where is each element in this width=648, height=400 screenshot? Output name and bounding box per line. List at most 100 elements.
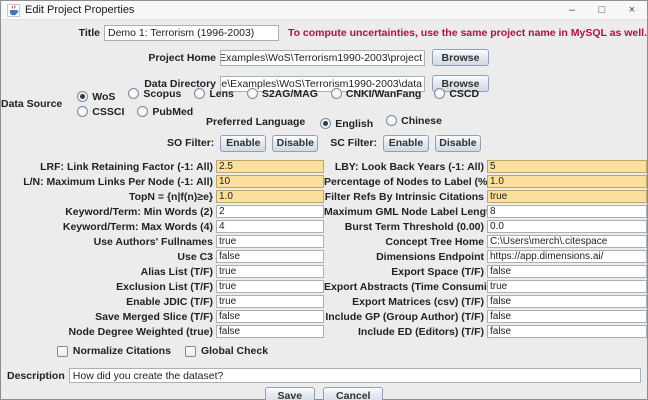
radio-cssci[interactable]: CSSCI (77, 106, 124, 118)
property-row-burst-term-threshold-0-00: Burst Term Threshold (0.00) (324, 219, 647, 234)
radio-unselected-icon (77, 106, 89, 117)
property-row-export-abstracts-time-consuming-t-f: Export Abstracts (Time Consuming) (T/F) (324, 279, 647, 294)
property-input-topn-n-f-n-e[interactable] (216, 190, 324, 203)
radio-label: English (335, 117, 374, 130)
property-label: Export Matrices (csv) (T/F) (352, 295, 484, 308)
preferred-language-options: English Chinese (307, 113, 442, 131)
radio-label: CSSCI (92, 105, 125, 118)
project-home-browse-button[interactable]: Browse (432, 49, 489, 66)
property-row-alias-list-t-f: Alias List (T/F) (1, 264, 324, 279)
description-input[interactable] (68, 368, 641, 383)
property-row-node-degree-weighted-true: Node Degree Weighted (true) (1, 324, 324, 339)
property-row-export-space-t-f: Export Space (T/F) (324, 264, 647, 279)
cancel-button[interactable]: Cancel (323, 387, 384, 400)
property-label: Maximum GML Node Label Length (8) (324, 205, 487, 218)
radio-label: Lens (209, 87, 234, 100)
property-input-concept-tree-home[interactable] (487, 235, 647, 248)
property-input-dimensions-endpoint[interactable] (487, 250, 647, 263)
property-input-include-gp-group-author-t-f[interactable] (487, 310, 647, 323)
left-properties-column: LRF: Link Retaining Factor (-1: All) L/N:… (1, 159, 324, 359)
property-input-include-ed-editors-t-f[interactable] (487, 325, 647, 338)
property-label: Keyword/Term: Min Words (2) (65, 205, 213, 218)
project-home-input[interactable]: erch\.citespace\Examples\WoS\Terrorism19… (220, 49, 425, 66)
sc-filter-disable-button[interactable]: Disable (434, 134, 481, 152)
radio-label: Scopus (143, 87, 182, 100)
property-row-enable-jdic-t-f: Enable JDIC (T/F) (1, 294, 324, 309)
property-input-use-authors-fullnames[interactable] (216, 235, 324, 248)
property-row-use-authors-fullnames: Use Authors' Fullnames (1, 234, 324, 249)
sc-filter-label: SC Filter: (330, 137, 377, 149)
property-input-exclusion-list-t-f[interactable] (216, 280, 324, 293)
radio-chinese[interactable]: Chinese (386, 115, 442, 127)
radio-unselected-icon (434, 88, 446, 99)
property-input-lby-look-back-years-1-all[interactable] (487, 160, 647, 173)
property-input-percentage-of-nodes-to-label[interactable] (487, 175, 647, 188)
sc-filter-enable-button[interactable]: Enable (382, 134, 429, 152)
radio-unselected-icon (330, 88, 342, 99)
property-row-include-ed-editors-t-f: Include ED (Editors) (T/F) (324, 324, 647, 339)
checkbox-normalize-citations[interactable]: Normalize Citations (56, 345, 171, 357)
minimize-button[interactable]: – (557, 1, 587, 20)
radio-english[interactable]: English (320, 118, 373, 130)
property-input-enable-jdic-t-f[interactable] (216, 295, 324, 308)
radio-cnki-wanfang[interactable]: CNKI/WanFang (330, 87, 422, 100)
so-filter-label: SO Filter: (167, 137, 215, 149)
radio-scopus[interactable]: Scopus (128, 88, 181, 100)
property-input-lrf-link-retaining-factor-1-all[interactable] (216, 160, 324, 173)
property-input-node-degree-weighted-true[interactable] (216, 325, 324, 338)
project-home-value: erch\.citespace\Examples\WoS\Terrorism19… (220, 51, 422, 64)
checkbox-unchecked-icon (56, 345, 68, 357)
radio-wos[interactable]: WoS (77, 91, 115, 103)
save-button[interactable]: Save (264, 387, 316, 400)
property-row-export-matrices-csv-t-f: Export Matrices (csv) (T/F) (324, 294, 647, 309)
data-source-label: Data Source (1, 98, 63, 110)
property-input-export-abstracts-time-consuming-t-f[interactable] (487, 280, 647, 293)
property-row-use-c3: Use C3 (1, 249, 324, 264)
description-label: Description (7, 369, 65, 382)
property-input-keyword-term-max-words-4[interactable] (216, 220, 324, 233)
property-input-burst-term-threshold-0-00[interactable] (487, 220, 647, 233)
property-input-export-space-t-f[interactable] (487, 265, 647, 278)
property-row-maximum-gml-node-label-length-8: Maximum GML Node Label Length (8) (324, 204, 647, 219)
so-filter-disable-button[interactable]: Disable (272, 134, 319, 152)
title-bar[interactable]: Edit Project Properties – □ × (1, 1, 647, 20)
property-label: Export Space (T/F) (391, 265, 484, 278)
title-input[interactable] (104, 25, 279, 41)
property-input-l-n-maximum-links-per-node-1-all[interactable] (216, 175, 324, 188)
radio-unselected-icon (137, 106, 149, 117)
radio-label: S2AG/MAG (261, 87, 318, 100)
property-input-save-merged-slice-t-f[interactable] (216, 310, 324, 323)
property-input-export-matrices-csv-t-f[interactable] (487, 295, 647, 308)
property-label: Alias List (T/F) (140, 265, 213, 278)
preferred-language-label: Preferred Language (206, 116, 306, 128)
radio-pubmed[interactable]: PubMed (137, 106, 193, 118)
radio-label: WoS (92, 90, 116, 103)
property-label: Use C3 (177, 250, 213, 263)
property-input-maximum-gml-node-label-length-8[interactable] (487, 205, 647, 218)
title-label: Title (78, 27, 100, 39)
close-button[interactable]: × (617, 1, 647, 20)
radio-label: CNKI/WanFang (345, 87, 422, 100)
property-input-filter-refs-by-intrinsic-citations[interactable] (487, 190, 647, 203)
radio-s2ag-mag[interactable]: S2AG/MAG (246, 87, 318, 100)
checkbox-row: Normalize Citations Global Check (1, 343, 324, 359)
so-filter-enable-button[interactable]: Enable (220, 134, 267, 152)
radio-lens[interactable]: Lens (194, 88, 234, 100)
property-row-save-merged-slice-t-f: Save Merged Slice (T/F) (1, 309, 324, 324)
property-row-exclusion-list-t-f: Exclusion List (T/F) (1, 279, 324, 294)
radio-cscd[interactable]: CSCD (434, 88, 479, 100)
checkbox-global-check[interactable]: Global Check (184, 345, 268, 357)
property-input-keyword-term-min-words-2[interactable] (216, 205, 324, 218)
checkbox-unchecked-icon (184, 345, 196, 357)
radio-unselected-icon (246, 88, 258, 99)
maximize-button[interactable]: □ (587, 1, 617, 20)
radio-selected-icon (77, 91, 89, 102)
property-input-alias-list-t-f[interactable] (216, 265, 324, 278)
property-row-filter-refs-by-intrinsic-citations: Filter Refs By Intrinsic Citations (324, 189, 647, 204)
property-input-use-c3[interactable] (216, 250, 324, 263)
property-row-lrf-link-retaining-factor-1-all: LRF: Link Retaining Factor (-1: All) (1, 159, 324, 174)
property-row-l-n-maximum-links-per-node-1-all: L/N: Maximum Links Per Node (-1: All) (1, 174, 324, 189)
radio-selected-icon (320, 118, 332, 129)
property-row-topn-n-f-n-e: TopN = {n|f(n)≥e} (1, 189, 324, 204)
description-row: Description (1, 368, 647, 383)
